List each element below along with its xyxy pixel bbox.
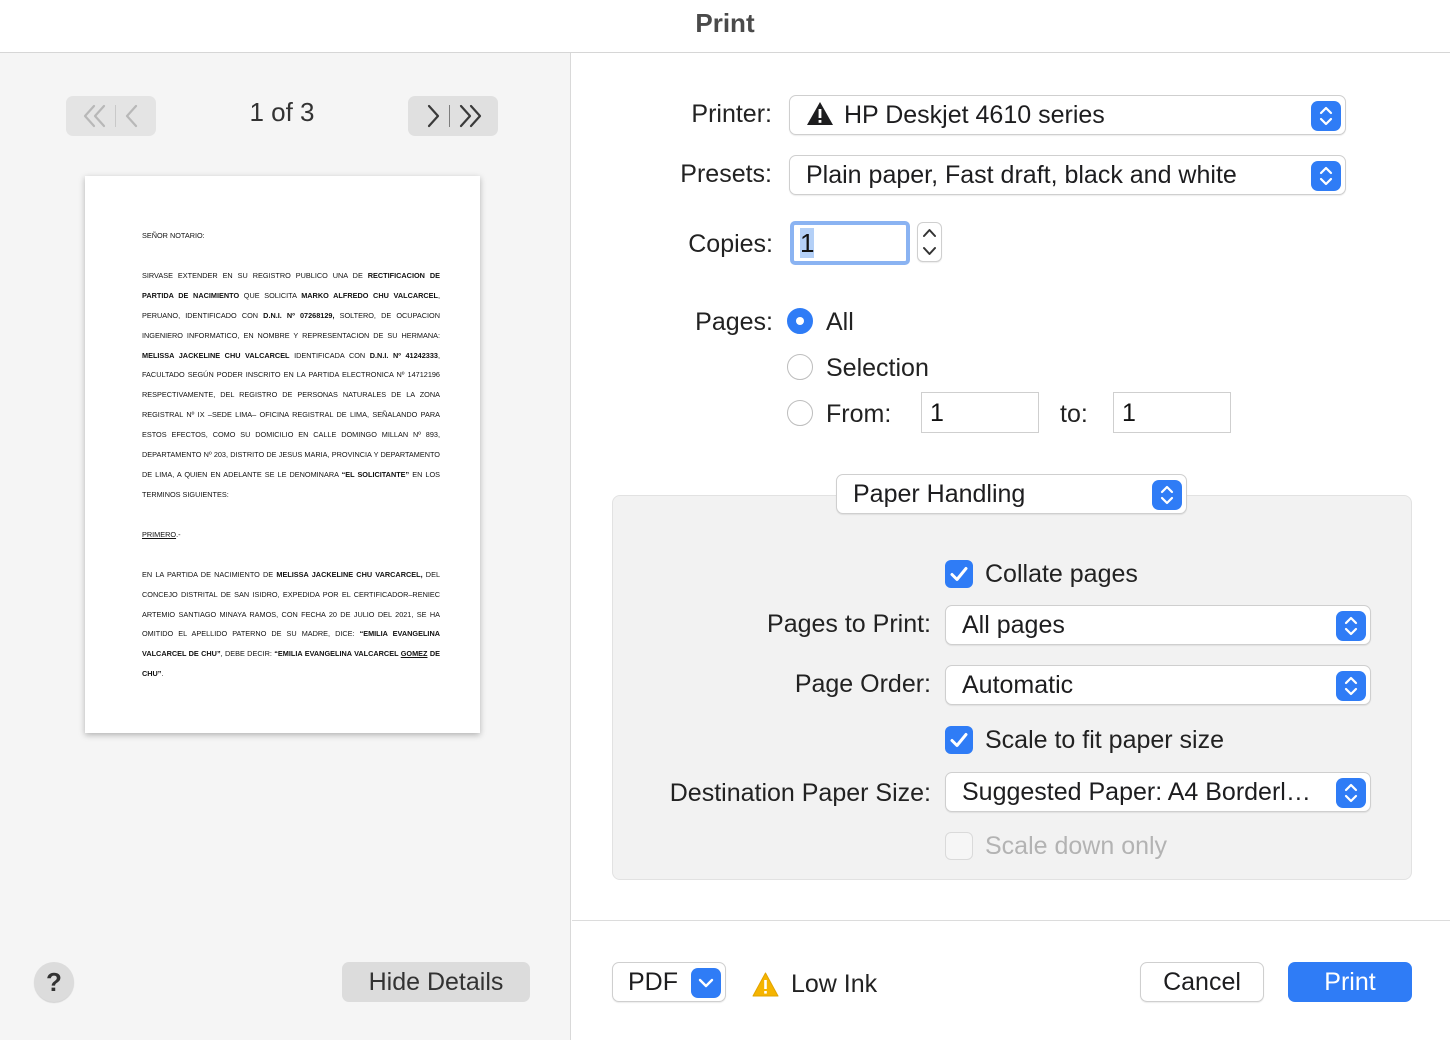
- destination-paper-size-popup[interactable]: Suggested Paper: A4 Borderl…: [945, 772, 1371, 812]
- collate-label: Collate pages: [985, 560, 1138, 588]
- destination-paper-size-label: Destination Paper Size:: [669, 779, 931, 807]
- up-down-chevron-icon: [1311, 101, 1341, 131]
- page-preview: SEÑOR NOTARIO: SIRVASE EXTENDER EN SU RE…: [85, 176, 480, 733]
- printer-label: Printer:: [691, 100, 772, 128]
- scale-down-only-label: Scale down only: [985, 832, 1168, 860]
- pages-from-label: From:: [826, 400, 892, 428]
- first-page-button[interactable]: [81, 103, 109, 129]
- pages-to-print-value: All pages: [962, 611, 1065, 639]
- page-indicator: 1 of 3: [249, 97, 315, 127]
- footer-divider: [572, 920, 1450, 921]
- presets-label: Presets:: [680, 160, 772, 188]
- doc-paragraph: SEÑOR NOTARIO:: [142, 231, 205, 240]
- up-down-chevron-icon: [1336, 778, 1366, 808]
- doc-paragraph: EN LA PARTIDA DE NACIMIENTO DE MELISSA J…: [142, 569, 441, 679]
- scale-to-fit-label: Scale to fit paper size: [985, 726, 1225, 754]
- scale-down-only-checkbox[interactable]: [945, 832, 973, 860]
- copies-value: 1: [800, 228, 815, 258]
- copies-field[interactable]: 1: [790, 221, 910, 265]
- pages-from-radio[interactable]: [787, 400, 813, 426]
- presets-popup[interactable]: Plain paper, Fast draft, black and white: [789, 155, 1346, 195]
- page-order-popup[interactable]: Automatic: [945, 665, 1371, 705]
- presets-value: Plain paper, Fast draft, black and white: [806, 161, 1237, 189]
- printer-value: HP Deskjet 4610 series: [844, 101, 1105, 129]
- pages-selection-radio[interactable]: [787, 354, 813, 380]
- up-down-chevron-icon: [1336, 611, 1366, 641]
- double-chevron-right-icon: [459, 104, 481, 128]
- page-nav-back-group: [66, 96, 156, 136]
- page-order-value: Automatic: [962, 671, 1074, 699]
- next-page-button[interactable]: [423, 103, 443, 129]
- up-down-chevron-icon: [1152, 480, 1182, 510]
- up-down-chevron-icon: [1336, 671, 1366, 701]
- preview-pane: 1 of 3 SEÑOR NOTARIO: SIRVASE EXTENDER E…: [0, 53, 571, 1040]
- pdf-label: PDF: [628, 968, 678, 996]
- cancel-button[interactable]: Cancel: [1140, 962, 1264, 1002]
- section-selector-value: Paper Handling: [853, 480, 1026, 508]
- to-page-field[interactable]: 1: [1113, 392, 1231, 433]
- window-title: Print: [695, 8, 755, 38]
- chevron-right-icon: [427, 104, 439, 128]
- double-chevron-left-icon: [83, 104, 105, 128]
- copies-stepper[interactable]: [917, 222, 942, 262]
- page-nav-forward-group: [408, 96, 498, 136]
- low-ink-status: Low Ink: [752, 968, 877, 1000]
- pdf-menu-button[interactable]: PDF: [612, 962, 726, 1002]
- up-down-chevron-icon: [923, 229, 936, 255]
- to-label: to:: [1060, 400, 1088, 428]
- title-bar: Print: [0, 0, 1450, 53]
- pages-to-print-popup[interactable]: All pages: [945, 605, 1371, 645]
- checkmark-icon: [950, 733, 968, 747]
- last-page-button[interactable]: [456, 103, 484, 129]
- pages-all-radio[interactable]: [787, 308, 813, 334]
- section-selector-popup[interactable]: Paper Handling: [836, 474, 1187, 514]
- doc-paragraph: SIRVASE EXTENDER EN SU REGISTRO PUBLICO …: [142, 270, 441, 499]
- previous-page-button[interactable]: [122, 103, 142, 129]
- chevron-down-icon: [691, 968, 721, 998]
- up-down-chevron-icon: [1311, 161, 1341, 191]
- pages-label: Pages:: [695, 308, 773, 336]
- copies-label: Copies:: [688, 230, 773, 258]
- printer-popup[interactable]: HP Deskjet 4610 series: [789, 95, 1346, 135]
- checkmark-icon: [950, 567, 968, 581]
- nav-separator: [114, 105, 116, 127]
- pages-all-label: All: [826, 308, 854, 336]
- scale-to-fit-checkbox[interactable]: [945, 726, 973, 754]
- low-ink-text: Low Ink: [791, 970, 878, 998]
- print-button[interactable]: Print: [1288, 962, 1412, 1002]
- chevron-left-icon: [125, 104, 137, 128]
- help-button[interactable]: ?: [34, 962, 74, 1002]
- from-page-field[interactable]: 1: [921, 392, 1039, 433]
- collate-checkbox[interactable]: [945, 560, 973, 588]
- page-order-label: Page Order:: [794, 670, 931, 698]
- doc-heading: PRIMERO.-: [142, 529, 181, 539]
- hide-details-button[interactable]: Hide Details: [342, 962, 530, 1002]
- pages-selection-label: Selection: [826, 354, 929, 382]
- warning-triangle-icon: [807, 102, 833, 125]
- warning-yellow-icon: [752, 972, 779, 997]
- pages-to-print-label: Pages to Print:: [767, 610, 931, 638]
- destination-paper-size-value: Suggested Paper: A4 Borderl…: [962, 778, 1311, 806]
- nav-separator: [448, 105, 450, 127]
